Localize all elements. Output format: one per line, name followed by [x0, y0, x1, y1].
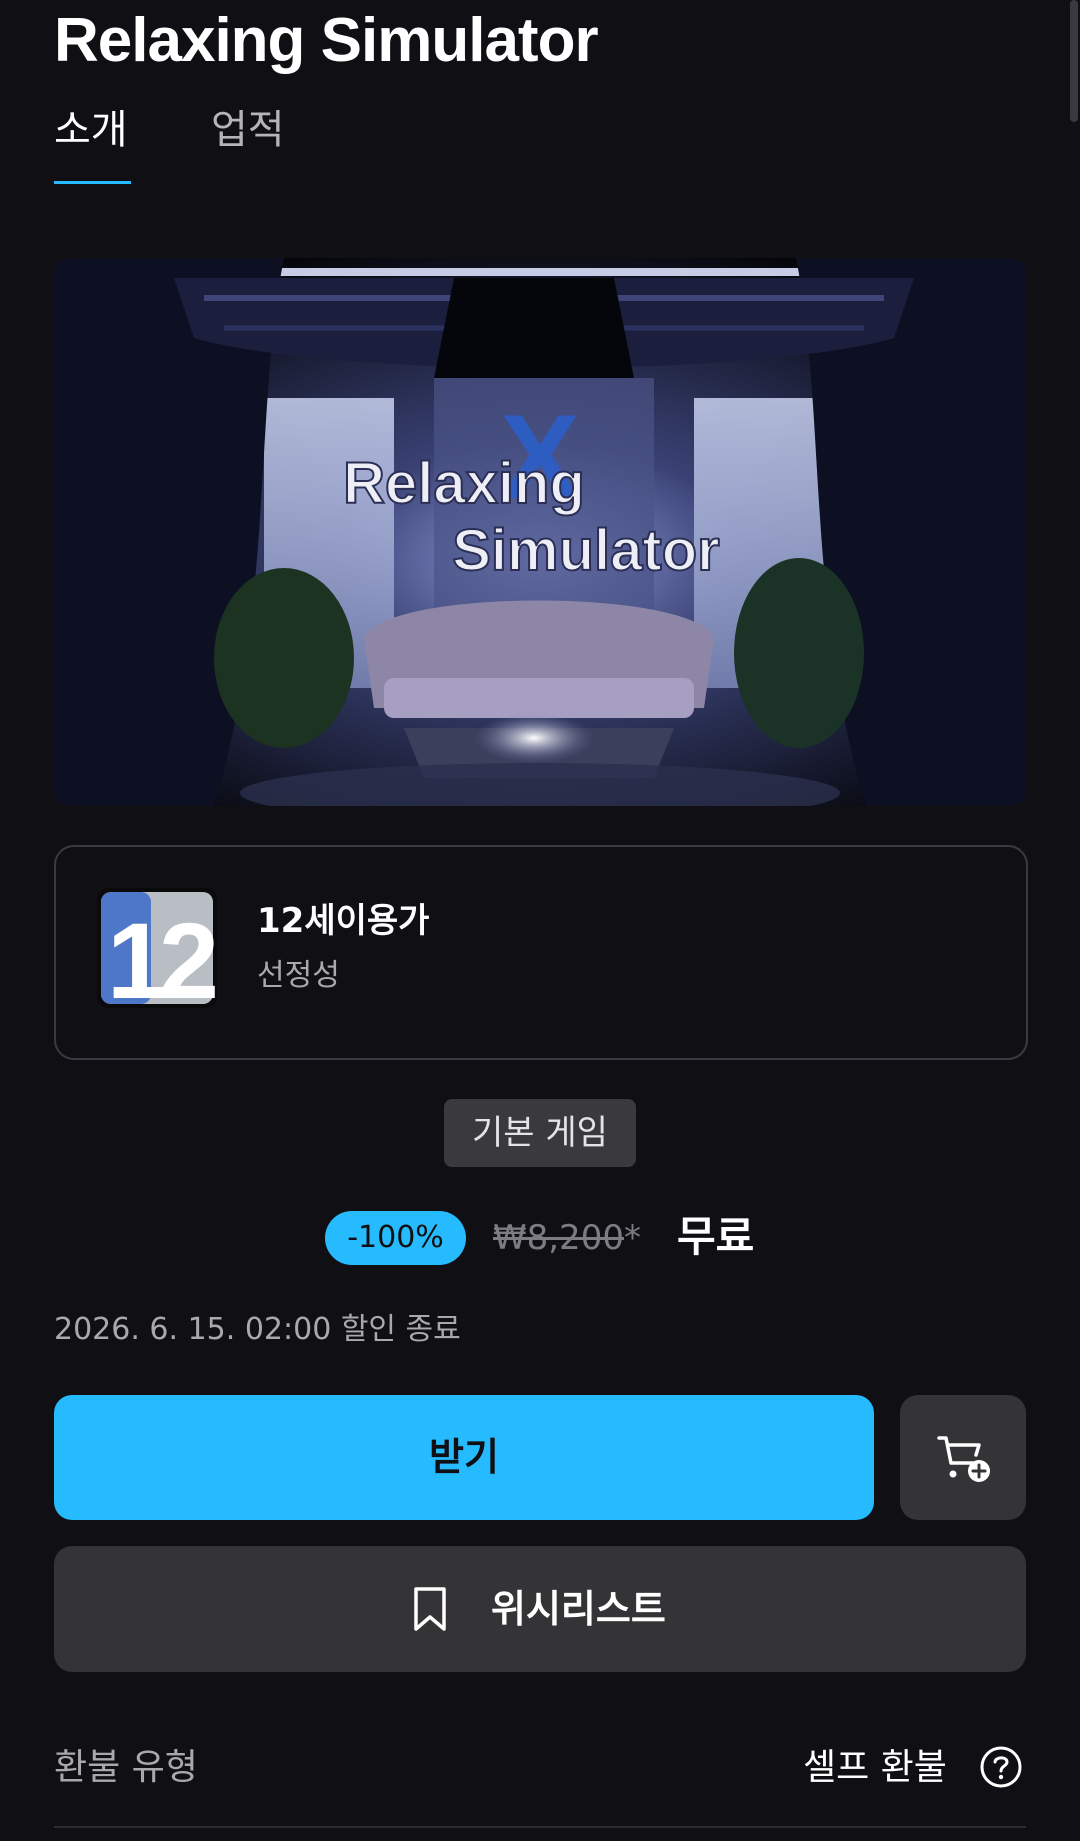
- active-tab-indicator: [54, 181, 131, 184]
- price-row: -100% ₩8,200* 무료: [0, 1210, 1080, 1266]
- wishlist-button[interactable]: 위시리스트: [54, 1546, 1026, 1672]
- tab-achievements[interactable]: 업적: [211, 100, 285, 160]
- get-button[interactable]: 받기: [54, 1395, 874, 1520]
- hero-logo-line1: Relaxing: [343, 451, 585, 516]
- section-divider: [54, 1826, 1026, 1828]
- original-price-amount: ₩8,200: [493, 1218, 624, 1258]
- sale-end-date: 2026. 6. 15. 02:00 할인 종료: [54, 1312, 461, 1347]
- age-rating-descriptor: 선정성: [257, 958, 340, 993]
- refund-type-label: 환불 유형: [54, 1747, 198, 1788]
- tab-intro[interactable]: 소개: [54, 100, 128, 160]
- hero-logo-line2: Simulator: [452, 518, 720, 583]
- cart-add-icon: [937, 1436, 990, 1482]
- age-rating-name: 12세이용가: [257, 901, 430, 941]
- hero-image[interactable]: X Relaxing Simulator: [54, 258, 1026, 806]
- bookmark-icon: [414, 1587, 446, 1631]
- edition-badge: 기본 게임: [444, 1099, 636, 1167]
- original-price: ₩8,200*: [493, 1214, 641, 1262]
- age-rating-card: 12 12세이용가 선정성: [54, 845, 1028, 1060]
- scrollbar-thumb[interactable]: [1070, 0, 1078, 122]
- hero-artwork: X Relaxing Simulator: [54, 258, 1026, 806]
- age-rating-icon: 12: [97, 888, 217, 1008]
- question-circle-icon[interactable]: [979, 1745, 1023, 1789]
- add-to-cart-button[interactable]: [900, 1395, 1026, 1520]
- age-rating-icon-text: 12: [107, 900, 215, 1008]
- final-price: 무료: [677, 1212, 755, 1261]
- page-title: Relaxing Simulator: [54, 6, 599, 75]
- refund-type-value: 셀프 환불: [803, 1747, 947, 1788]
- original-price-asterisk: *: [623, 1218, 641, 1258]
- discount-badge: -100%: [325, 1211, 466, 1265]
- wishlist-label: 위시리스트: [491, 1587, 666, 1631]
